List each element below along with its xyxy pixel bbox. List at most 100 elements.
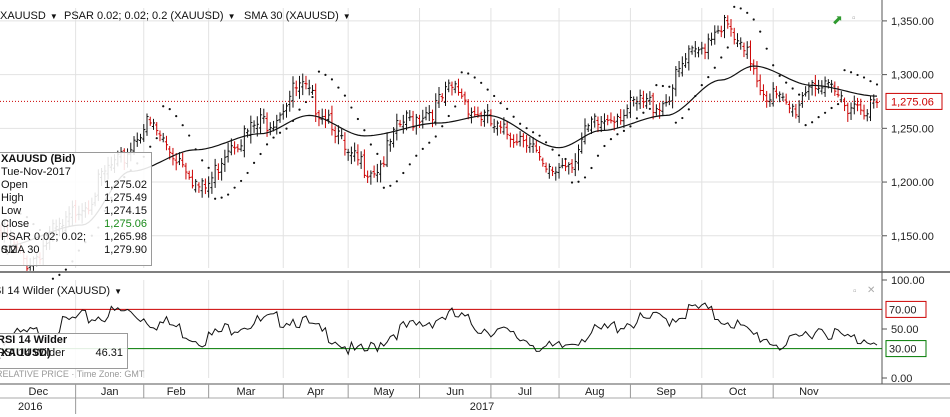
psar-dot (862, 76, 866, 79)
year-label: 2016 (18, 401, 42, 413)
x-tick-label: Aug (585, 386, 605, 398)
chart-root: 1,150.00 1,200.00 1,250.00 1,300.00 1,350.00… (0, 0, 950, 414)
psar-dot (155, 137, 158, 140)
psar-dot (64, 268, 67, 271)
psar-dot (473, 76, 476, 79)
psar-dot (538, 134, 541, 137)
psar-dot (687, 108, 690, 111)
psar-dot (629, 125, 632, 128)
psar-dot (823, 111, 827, 114)
legend-psar-dropdown[interactable]: PSAR 0.02; 0.02; 0.2 (XAUUSD) ▼ (64, 10, 236, 22)
psar-dot (350, 106, 353, 109)
chevron-down-icon: ▼ (114, 287, 122, 296)
psar-dot (272, 136, 275, 139)
psar-dot (162, 105, 165, 108)
psar-dot (713, 66, 716, 69)
psar-dot (220, 196, 223, 199)
info-row-open: Open 1,275.02 (1, 179, 147, 191)
psar-dot (395, 180, 398, 183)
rsi-level-label: 30.00 (889, 344, 917, 356)
psar-dot (856, 73, 859, 77)
info-row-sma: SMA 30 1,279.90 (1, 244, 147, 256)
psar-dot (317, 70, 321, 73)
psar-dot (785, 81, 788, 84)
psar-dot (486, 88, 489, 91)
psar-dot (661, 84, 664, 88)
info-date: Tue-Nov-2017 (1, 166, 71, 178)
psar-dot (519, 122, 522, 125)
psar-dot (642, 111, 645, 114)
trend-arrow-icon[interactable]: ⬈ (832, 12, 843, 28)
psar-dot (557, 154, 561, 157)
psar-dot (441, 125, 444, 128)
psar-dot (175, 115, 178, 118)
y-tick-label: 1,300.00 (891, 70, 934, 82)
psar-dot (817, 116, 820, 119)
legend-rsi-dropdown[interactable]: RSI 14 Wilder (XAUUSD)▼ (0, 285, 122, 297)
psar-dot (798, 93, 801, 96)
psar-dot (311, 95, 314, 99)
legend-xauusd-dropdown[interactable]: XAUUSD ▼ (0, 10, 58, 22)
rsi-info-value: 46.31 (95, 347, 123, 359)
info-row-high: High 1,275.49 (1, 192, 147, 204)
psar-dot (596, 154, 600, 157)
rsi-level-label: 70.00 (889, 304, 917, 316)
psar-dot (188, 134, 191, 137)
x-tick-label: Feb (167, 386, 186, 398)
psar-dot (207, 166, 210, 169)
psar-dot (252, 161, 256, 164)
psar-dot (376, 152, 379, 155)
psar-dot (460, 71, 463, 74)
psar-dot (493, 94, 496, 98)
rsi-info-box: RSI 14 Wilder (XAUUSD) RSI 14 Wilder 46.3… (0, 333, 128, 369)
psar-dot (603, 144, 606, 148)
psar-dot (227, 193, 230, 196)
psar-dot (421, 147, 424, 150)
info-row-psar: PSAR 0.02; 0.02; 0.2 1,265.98 (1, 231, 147, 256)
psar-dot (746, 11, 749, 14)
psar-dot (726, 46, 729, 49)
psar-dot (739, 7, 742, 10)
x-tick-label: Jul (518, 386, 532, 398)
legend-sma-dropdown[interactable]: SMA 30 (XAUUSD) ▼ (244, 10, 351, 22)
psar-dot (668, 85, 671, 88)
psar-dot (635, 117, 639, 120)
psar-dot (700, 84, 703, 87)
psar-dot (201, 159, 204, 162)
rsi-info-title: RSI 14 Wilder (XAUUSD) (0, 334, 68, 359)
close-pane-icon[interactable]: ✕ (867, 285, 875, 296)
psar-dot (454, 105, 457, 108)
maximize-pane-icon[interactable]: ▫ (853, 286, 857, 297)
psar-dot (480, 81, 483, 84)
timezone-note: RELATIVE PRICE · Time Zone: GMT (0, 369, 145, 379)
psar-dot (616, 133, 619, 136)
psar-dot (791, 87, 794, 90)
psar-dot (733, 5, 736, 8)
psar-dot (843, 69, 846, 72)
ohlc-info-box: XAUUSD (Bid) Tue-Nov-2017 Open 1,275.02 H… (0, 152, 152, 266)
legend-sma-label: SMA 30 (XAUUSD) (244, 10, 339, 22)
psar-dot (265, 143, 269, 146)
x-tick-label: Nov (799, 386, 819, 398)
psar-dot (544, 141, 548, 144)
y-tick-label: 1,350.00 (891, 16, 934, 28)
maximize-pane-icon[interactable]: ▫ (852, 13, 856, 24)
psar-dot (759, 30, 762, 33)
psar-dot (583, 176, 587, 179)
psar-dot (564, 157, 567, 161)
info-row-close: Close 1,275.06 (1, 218, 147, 230)
psar-dot (674, 121, 677, 124)
psar-dot (58, 273, 61, 276)
psar-dot (343, 94, 347, 97)
psar-dot (356, 117, 359, 121)
psar-dot (525, 127, 528, 130)
x-tick-label: Oct (729, 386, 746, 398)
psar-dot (551, 148, 554, 151)
x-tick-label: May (373, 386, 394, 398)
psar-dot (570, 181, 574, 184)
x-tick-label: Mar (236, 386, 255, 398)
info-title: XAUUSD (Bid) (1, 153, 76, 165)
legend-xauusd-label: XAUUSD (0, 10, 46, 22)
psar-dot (577, 180, 580, 183)
psar-dot (765, 47, 768, 50)
